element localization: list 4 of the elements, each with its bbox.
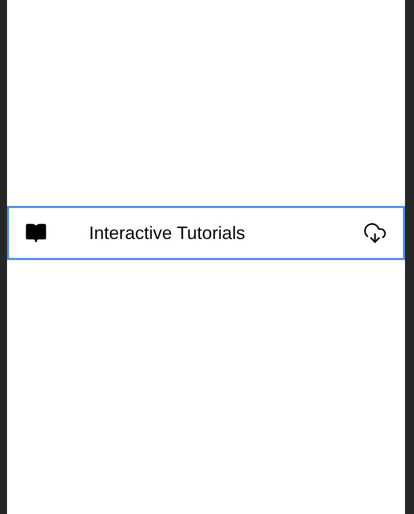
row-label: Interactive Tutorials — [89, 222, 246, 244]
book-icon — [25, 222, 47, 244]
list-row[interactable]: Interactive Tutorials — [7, 206, 405, 260]
cloud-download-icon[interactable] — [363, 221, 387, 245]
